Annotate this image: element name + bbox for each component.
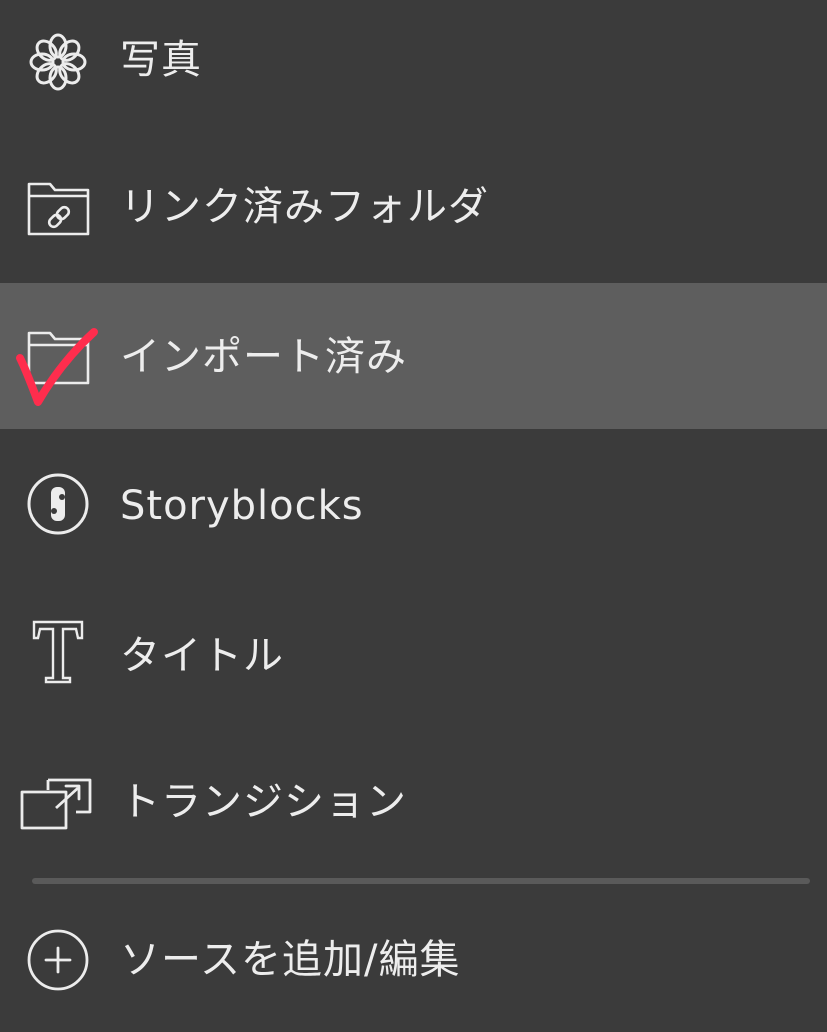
menu-item-label: タイトル <box>120 633 284 679</box>
linked-folder-icon <box>22 172 94 244</box>
menu-item-add-edit-sources[interactable]: ソースを追加/編集 <box>0 886 827 1032</box>
menu-item-label: ソースを追加/編集 <box>120 937 461 983</box>
menu-item-label: トランジション <box>120 779 407 825</box>
menu-item-linked-folders[interactable]: リンク済みフォルダ <box>0 134 827 280</box>
menu-item-imported[interactable]: インポート済み <box>0 283 827 429</box>
storyblocks-icon <box>22 468 94 540</box>
menu-item-label: インポート済み <box>120 334 407 380</box>
add-circle-icon <box>22 924 94 996</box>
menu-item-label: Storyblocks <box>120 483 364 529</box>
menu-divider <box>32 878 810 884</box>
transition-icon <box>20 764 92 836</box>
menu-item-titles[interactable]: タイトル <box>0 580 827 726</box>
checkmark-annotation-icon <box>8 318 104 414</box>
menu-item-storyblocks[interactable]: Storyblocks <box>0 432 827 578</box>
menu-item-label: 写真 <box>120 37 202 83</box>
menu-item-photos[interactable]: 写真 <box>0 0 827 132</box>
menu-item-transitions[interactable]: トランジション <box>0 728 827 874</box>
title-t-icon <box>22 616 94 688</box>
menu-item-label: リンク済みフォルダ <box>120 184 489 230</box>
photos-flower-icon <box>22 26 94 98</box>
source-menu: 写真 リンク済みフォルダ インポート済み Storyblocks タイトル トラ… <box>0 0 827 1024</box>
